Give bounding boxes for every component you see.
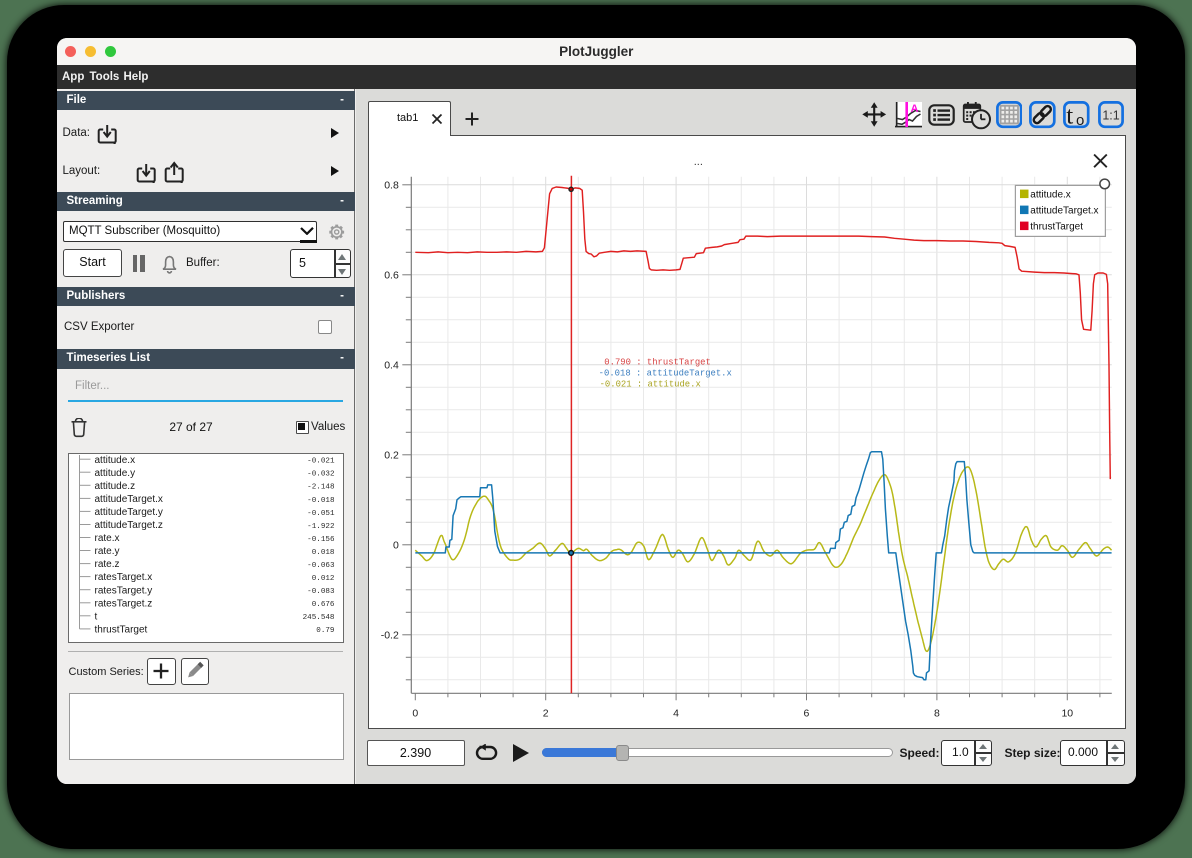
svg-text:6: 6 xyxy=(804,708,810,719)
svg-text:-0.2: -0.2 xyxy=(381,631,399,642)
svg-text:245.548: 245.548 xyxy=(302,614,334,622)
svg-text:1:1: 1:1 xyxy=(1103,109,1120,123)
svg-text:-0.051: -0.051 xyxy=(307,510,335,518)
svg-text:0.018: 0.018 xyxy=(311,549,334,557)
svg-text:attitude.z: attitude.z xyxy=(94,481,135,492)
svg-text:...: ... xyxy=(694,156,703,168)
svg-text:-0.063: -0.063 xyxy=(307,562,335,570)
svg-text:0.2: 0.2 xyxy=(384,451,399,462)
svg-text:0.012: 0.012 xyxy=(311,575,334,583)
svg-text:-2.148: -2.148 xyxy=(307,484,335,492)
svg-text:t: t xyxy=(1066,103,1073,129)
svg-text:o: o xyxy=(1076,112,1084,128)
svg-text:thrustTarget: thrustTarget xyxy=(1030,222,1083,233)
svg-text:-0.032: -0.032 xyxy=(307,471,335,479)
svg-text:2: 2 xyxy=(543,708,549,719)
svg-text:A: A xyxy=(911,103,919,115)
svg-text:0: 0 xyxy=(393,541,399,552)
svg-text:attitudeTarget.x: attitudeTarget.x xyxy=(1030,206,1098,217)
svg-text:t: t xyxy=(94,611,97,622)
svg-text:10: 10 xyxy=(1062,708,1074,719)
svg-text:-0.083: -0.083 xyxy=(307,588,335,596)
svg-text:attitude.y: attitude.y xyxy=(94,468,135,479)
svg-text:-0.018 : attitudeTarget.x: -0.018 : attitudeTarget.x xyxy=(599,369,732,379)
svg-text:rate.z: rate.z xyxy=(94,559,119,570)
svg-text:ratesTarget.x: ratesTarget.x xyxy=(94,572,152,583)
svg-text:0.8: 0.8 xyxy=(384,181,399,192)
svg-text:attitudeTarget.x: attitudeTarget.x xyxy=(94,494,162,505)
svg-text:-0.021: -0.021 xyxy=(307,458,335,466)
svg-text:rate.y: rate.y xyxy=(94,546,119,557)
svg-text:0.676: 0.676 xyxy=(311,601,334,609)
svg-text:-0.156: -0.156 xyxy=(307,536,335,544)
svg-text:attitude.x: attitude.x xyxy=(94,455,135,466)
svg-text:attitudeTarget.z: attitudeTarget.z xyxy=(94,520,162,531)
svg-text:0.79: 0.79 xyxy=(316,627,335,635)
svg-text:8: 8 xyxy=(934,708,940,719)
svg-text:attitudeTarget.y: attitudeTarget.y xyxy=(94,507,162,518)
svg-text:0.790 : thrustTarget: 0.790 : thrustTarget xyxy=(604,358,711,368)
svg-text:thrustTarget: thrustTarget xyxy=(94,625,147,636)
svg-text:0.6: 0.6 xyxy=(384,271,399,282)
svg-text:4: 4 xyxy=(673,708,679,719)
svg-text:0.4: 0.4 xyxy=(384,361,399,372)
svg-text:ratesTarget.z: ratesTarget.z xyxy=(94,598,152,609)
svg-text:0: 0 xyxy=(413,708,419,719)
svg-text:-1.922: -1.922 xyxy=(307,523,335,531)
svg-text:attitude.x: attitude.x xyxy=(1030,190,1071,201)
svg-text:-0.018: -0.018 xyxy=(307,497,335,505)
svg-text:-0.021 : attitude.x: -0.021 : attitude.x xyxy=(600,380,701,390)
svg-text:rate.x: rate.x xyxy=(94,533,119,544)
svg-text:ratesTarget.y: ratesTarget.y xyxy=(94,585,152,596)
